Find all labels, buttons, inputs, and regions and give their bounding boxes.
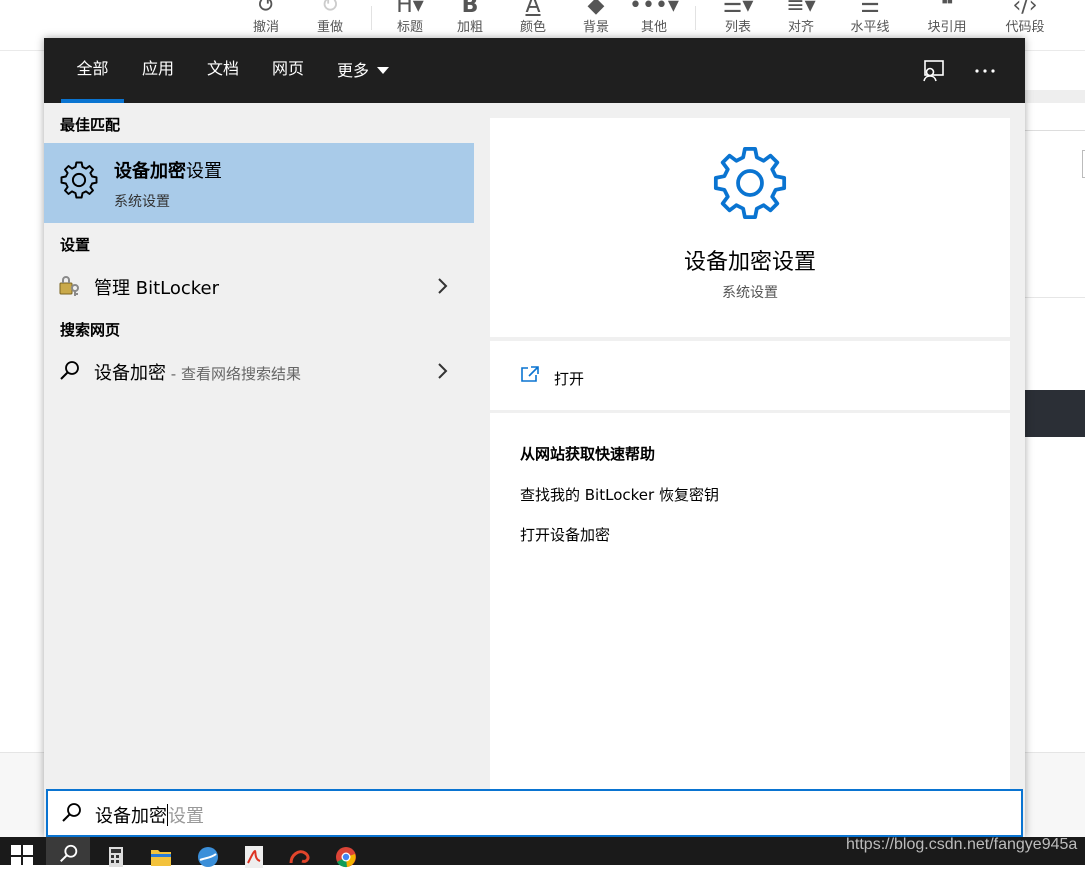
- code-button[interactable]: ‹/› 代码段: [995, 0, 1055, 42]
- tab-documents[interactable]: 文档: [197, 38, 249, 103]
- search-icon: [58, 359, 82, 383]
- redo-icon: ↻: [320, 0, 340, 18]
- help-title: 从网站获取快速帮助: [520, 445, 656, 463]
- heading-icon: H▾: [396, 0, 424, 18]
- chevron-right-icon[interactable]: [436, 277, 448, 295]
- file-explorer-icon[interactable]: [150, 847, 172, 871]
- chrome-icon[interactable]: [335, 846, 357, 870]
- font-color-icon: A: [525, 0, 541, 18]
- tab-apps[interactable]: 应用: [132, 38, 184, 103]
- editor-strip: [1025, 90, 1085, 103]
- watermark-text: https://blog.csdn.net/fangye945a: [846, 836, 1078, 853]
- pdf-reader-icon[interactable]: [244, 846, 266, 870]
- open-label: 打开: [554, 370, 585, 388]
- result-label: 设备加密 - 查看网络搜索结果: [94, 363, 301, 384]
- bold-button[interactable]: B 加粗: [440, 0, 500, 42]
- best-match-result[interactable]: 设备加密设置 系统设置: [44, 143, 474, 223]
- best-match-subtitle: 系统设置: [114, 194, 170, 210]
- windows-start-icon[interactable]: [11, 845, 33, 869]
- search-header: 全部 应用 文档 网页 更多: [44, 38, 1025, 103]
- help-link-open-encryption[interactable]: 打开设备加密: [520, 524, 610, 545]
- gear-icon: [709, 142, 791, 224]
- quote-button[interactable]: ❝ 块引用: [917, 0, 977, 42]
- horizontal-rule-icon: ☰: [860, 0, 880, 18]
- best-match-title: 设备加密设置: [114, 161, 222, 182]
- more-icon: •••▾: [629, 0, 679, 18]
- search-flyout: 全部 应用 文档 网页 更多 最佳匹配 设备加密设置 系统设置 设置 管理 Bi…: [44, 38, 1025, 837]
- gear-icon: [58, 159, 100, 201]
- calculator-icon[interactable]: [107, 847, 129, 871]
- align-icon: ≡▾: [786, 0, 816, 18]
- open-action[interactable]: 打开: [490, 341, 1010, 410]
- tab-more[interactable]: 更多: [328, 38, 398, 103]
- redo-button[interactable]: ↻ 重做: [300, 0, 360, 42]
- preview-header: 设备加密设置 系统设置: [490, 118, 1010, 337]
- result-manage-bitlocker[interactable]: 管理 BitLocker: [44, 266, 474, 306]
- section-best-match: 最佳匹配: [60, 116, 121, 134]
- chevron-down-icon: [377, 67, 389, 74]
- tab-all[interactable]: 全部: [61, 38, 124, 103]
- result-label: 管理 BitLocker: [94, 278, 220, 299]
- editor-dark-block: [1025, 390, 1085, 437]
- list-icon: ☰▾: [722, 0, 754, 18]
- undo-button[interactable]: ↺ 撤消: [236, 0, 296, 42]
- font-color-button[interactable]: A 颜色: [503, 0, 563, 42]
- preview-title: 设备加密设置: [683, 250, 816, 275]
- horizontal-rule-button[interactable]: ☰ 水平线: [840, 0, 900, 42]
- bold-icon: B: [461, 0, 479, 18]
- section-settings: 设置: [60, 236, 91, 254]
- bitlocker-icon: [58, 274, 82, 298]
- tab-web[interactable]: 网页: [262, 38, 314, 103]
- toolbar-divider: [695, 6, 696, 30]
- align-button[interactable]: ≡▾ 对齐: [771, 0, 831, 42]
- search-query: 设备加密设置: [95, 804, 204, 827]
- other-button[interactable]: •••▾ 其他: [624, 0, 684, 42]
- background-button[interactable]: ◆ 背景: [566, 0, 626, 42]
- quote-icon: ❝: [940, 0, 954, 18]
- web-help-section: 从网站获取快速帮助 查找我的 BitLocker 恢复密钥 打开设备加密: [490, 413, 1010, 789]
- app-spiral-icon[interactable]: [289, 847, 311, 871]
- results-list: 最佳匹配 设备加密设置 系统设置 设置 管理 BitLocker 搜索网页 设备…: [44, 103, 474, 789]
- section-web: 搜索网页: [60, 321, 121, 339]
- toolbar-divider: [371, 6, 372, 30]
- network-app-icon[interactable]: [197, 846, 219, 870]
- undo-icon: ↺: [256, 0, 276, 18]
- help-link-recovery-key[interactable]: 查找我的 BitLocker 恢复密钥: [520, 484, 719, 505]
- taskbar-search-button[interactable]: [46, 837, 90, 865]
- chevron-right-icon[interactable]: [436, 362, 448, 380]
- preview-subtitle: 系统设置: [722, 285, 778, 301]
- feedback-icon[interactable]: [920, 58, 946, 84]
- list-button[interactable]: ☰▾ 列表: [708, 0, 768, 42]
- editor-divider: [1025, 297, 1085, 298]
- more-options-icon[interactable]: [972, 58, 998, 84]
- search-icon: [60, 801, 84, 825]
- code-icon: ‹/›: [1012, 0, 1038, 18]
- search-input[interactable]: 设备加密设置: [46, 789, 1023, 837]
- open-external-icon: [520, 365, 540, 383]
- heading-button[interactable]: H▾ 标题: [380, 0, 440, 42]
- editor-divider: [1025, 130, 1085, 131]
- result-web-search[interactable]: 设备加密 - 查看网络搜索结果: [44, 351, 474, 391]
- fill-icon: ◆: [587, 0, 605, 18]
